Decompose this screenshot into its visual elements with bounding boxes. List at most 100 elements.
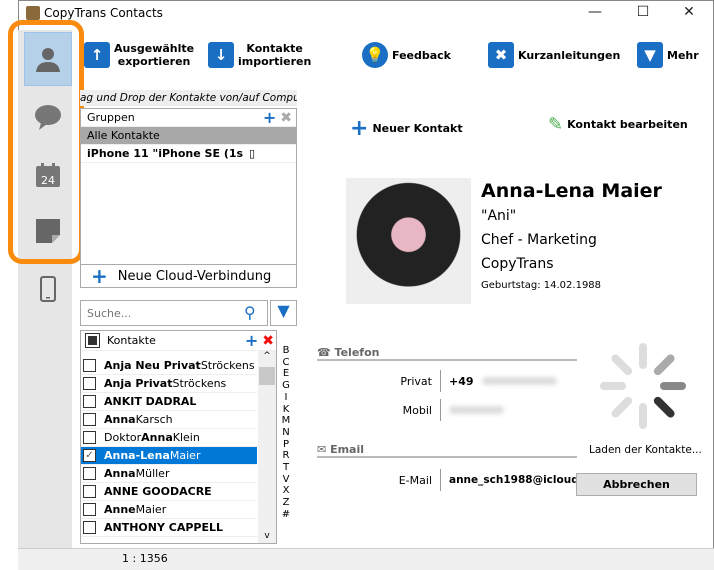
- contact-row[interactable]: ANKIT DADRAL: [81, 393, 257, 411]
- alphabet-letter[interactable]: B: [278, 345, 294, 357]
- search-input[interactable]: [80, 300, 268, 326]
- minimize-button[interactable]: —: [580, 4, 610, 20]
- contact-checkbox[interactable]: [83, 503, 96, 516]
- contact-checkbox[interactable]: [83, 467, 96, 480]
- contact-last-name: Ströckens: [200, 359, 255, 372]
- contact-row[interactable]: ANTHONY CAPPELL: [81, 519, 257, 537]
- alphabet-letter[interactable]: G: [278, 380, 294, 392]
- contact-first-name: ANNE GOODACRE: [104, 485, 212, 498]
- export-label-1: Ausgewählte: [114, 42, 195, 55]
- alphabet-letter[interactable]: E: [278, 368, 294, 380]
- phone-icon: ▯: [249, 147, 256, 160]
- edit-contact-button[interactable]: ✎ Kontakt bearbeiten: [548, 116, 688, 134]
- contact-row[interactable]: Anne Maier: [81, 501, 257, 519]
- contact-first-name: ANKIT DADRAL: [104, 395, 197, 408]
- contact-row[interactable]: ✓ Anna-Lena Maier: [81, 447, 257, 465]
- email-section-label: Email: [330, 443, 365, 456]
- group-item[interactable]: Alle Kontakte: [81, 127, 296, 145]
- scroll-down-icon[interactable]: v: [258, 531, 276, 541]
- guides-button[interactable]: ✖ Kurzanleitungen: [488, 42, 620, 68]
- group-label: Alle Kontakte: [87, 129, 160, 142]
- groups-header: Gruppen + ✖: [81, 109, 296, 127]
- alphabet-letter[interactable]: V: [278, 474, 294, 486]
- export-button[interactable]: ↑ Ausgewählte exportieren: [84, 42, 194, 68]
- close-button[interactable]: ✕: [674, 4, 704, 20]
- spinner-spoke: [600, 382, 626, 390]
- alphabet-letter[interactable]: X: [278, 485, 294, 497]
- contact-row[interactable]: Anja Privat Ströckens: [81, 375, 257, 393]
- new-cloud-button[interactable]: + Neue Cloud-Verbindung: [80, 264, 297, 288]
- import-label-2: importieren: [238, 55, 312, 68]
- feedback-label: Feedback: [392, 48, 451, 62]
- more-button[interactable]: ▼ Mehr: [637, 42, 699, 68]
- redacted-number: [449, 406, 504, 414]
- contact-checkbox[interactable]: [83, 413, 96, 426]
- phone-section-label: Telefon: [334, 346, 380, 359]
- contact-company: CopyTrans: [481, 256, 554, 272]
- contact-row[interactable]: Doktor Anna Klein: [81, 429, 257, 447]
- telephone-icon: ☎: [317, 346, 331, 359]
- contact-name: Anna-Lena Maier: [481, 180, 662, 202]
- alphabet-letter[interactable]: K: [278, 404, 294, 416]
- contact-first-name: ANTHONY CAPPELL: [104, 521, 224, 534]
- import-button[interactable]: ↓ Kontakte importieren: [208, 42, 311, 68]
- contact-row[interactable]: ANNE GOODACRE: [81, 483, 257, 501]
- contact-checkbox[interactable]: [83, 521, 96, 534]
- contact-row[interactable]: Anja Neu Privat Ströckens: [81, 357, 257, 375]
- maximize-button[interactable]: ☐: [628, 4, 658, 20]
- redacted-number: [481, 377, 557, 385]
- divider: [440, 469, 441, 491]
- contact-first-name: Anna: [104, 413, 136, 426]
- add-group-icon[interactable]: +: [263, 109, 276, 126]
- filter-button[interactable]: ▼: [270, 300, 297, 326]
- alphabet-letter[interactable]: N: [278, 427, 294, 439]
- alphabet-letter[interactable]: P: [278, 439, 294, 451]
- spinner-spoke: [639, 343, 647, 369]
- scroll-up-icon[interactable]: ^: [258, 351, 276, 361]
- select-all-checkbox[interactable]: [85, 333, 100, 348]
- alphabet-letter[interactable]: #: [278, 509, 294, 521]
- contact-first-name: Anja Neu Privat: [104, 359, 201, 372]
- alphabet-letter[interactable]: R: [278, 450, 294, 462]
- delete-contact-icon[interactable]: ✖: [262, 333, 274, 349]
- email-value: anne_sch1988@icloud.c: [449, 474, 589, 486]
- phone-private-label: Privat: [400, 374, 432, 388]
- alphabet-letter[interactable]: I: [278, 392, 294, 404]
- sidebar-item-device[interactable]: [24, 262, 72, 316]
- email-section: ✉ Email: [317, 443, 577, 458]
- contact-first-name: Anna: [141, 431, 173, 444]
- new-contact-button[interactable]: + Neuer Kontakt: [350, 116, 463, 141]
- contact-last-name: Klein: [172, 431, 200, 444]
- contact-checkbox[interactable]: ✓: [83, 449, 96, 462]
- scrollbar-thumb[interactable]: [259, 367, 275, 385]
- alphabet-letter[interactable]: T: [278, 462, 294, 474]
- alphabet-letter[interactable]: C: [278, 357, 294, 369]
- contact-checkbox[interactable]: [83, 485, 96, 498]
- search-icon[interactable]: ⚲: [244, 303, 256, 322]
- import-icon: ↓: [208, 42, 234, 68]
- scrollbar[interactable]: ^ v: [258, 351, 276, 543]
- phone-private-row: Privat +49: [317, 370, 557, 392]
- alphabet-letter[interactable]: Z: [278, 497, 294, 509]
- contact-last-name: Maier: [169, 449, 201, 462]
- cancel-button[interactable]: Abbrechen: [576, 473, 697, 496]
- chevron-down-icon: ▼: [637, 42, 663, 68]
- feedback-button[interactable]: 💡 Feedback: [362, 42, 451, 68]
- plus-icon: +: [350, 116, 369, 141]
- group-item[interactable]: iPhone 11 "iPhone SE (1s ▯: [81, 145, 296, 163]
- contact-checkbox[interactable]: [83, 395, 96, 408]
- contact-first-name: Anna-Lena: [104, 449, 170, 462]
- alphabet-letter[interactable]: M: [278, 415, 294, 427]
- import-label-1: Kontakte: [246, 42, 303, 55]
- contact-count: 1 : 1356: [122, 552, 168, 565]
- contact-checkbox[interactable]: [83, 377, 96, 390]
- contact-first-name: Anne: [104, 503, 136, 516]
- contact-row[interactable]: Anna Müller: [81, 465, 257, 483]
- delete-group-icon[interactable]: ✖: [280, 110, 292, 126]
- contact-row[interactable]: Anna Karsch: [81, 411, 257, 429]
- contact-checkbox[interactable]: [83, 431, 96, 444]
- add-contact-icon[interactable]: +: [245, 331, 258, 350]
- contact-checkbox[interactable]: [83, 359, 96, 372]
- new-cloud-label: Neue Cloud-Verbindung: [117, 268, 272, 284]
- spinner-spoke: [639, 403, 647, 429]
